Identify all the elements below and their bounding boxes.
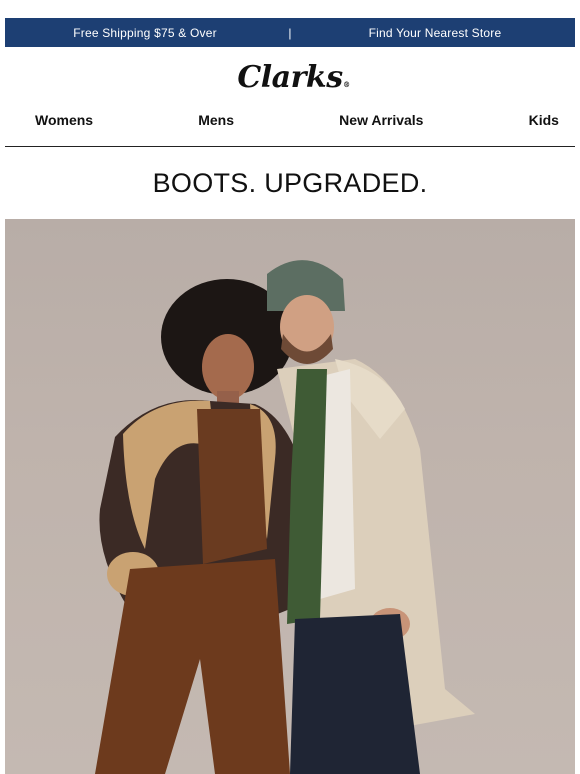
nav-mens[interactable]: Mens <box>198 112 234 128</box>
nav-womens[interactable]: Womens <box>35 112 93 128</box>
promo-bar: Free Shipping $75 & Over | Find Your Nea… <box>5 18 575 47</box>
nav-kids[interactable]: Kids <box>529 112 559 128</box>
hero-photo-icon <box>95 260 475 774</box>
logo-registered-mark: ® <box>343 79 350 89</box>
free-shipping-link[interactable]: Free Shipping $75 & Over <box>73 26 217 40</box>
nav-new-arrivals[interactable]: New Arrivals <box>339 112 423 128</box>
divider <box>5 146 575 147</box>
logo-wordmark: Clarks <box>237 59 343 95</box>
main-nav: Womens Mens New Arrivals Kids <box>5 108 575 132</box>
page-headline: BOOTS. UPGRADED. <box>152 168 428 198</box>
find-store-link[interactable]: Find Your Nearest Store <box>369 26 502 40</box>
brand-logo[interactable]: Clarks ® <box>0 57 580 97</box>
promo-separator: | <box>288 25 292 40</box>
clarks-logo: Clarks ® <box>237 59 350 95</box>
hero-image[interactable] <box>5 219 575 774</box>
